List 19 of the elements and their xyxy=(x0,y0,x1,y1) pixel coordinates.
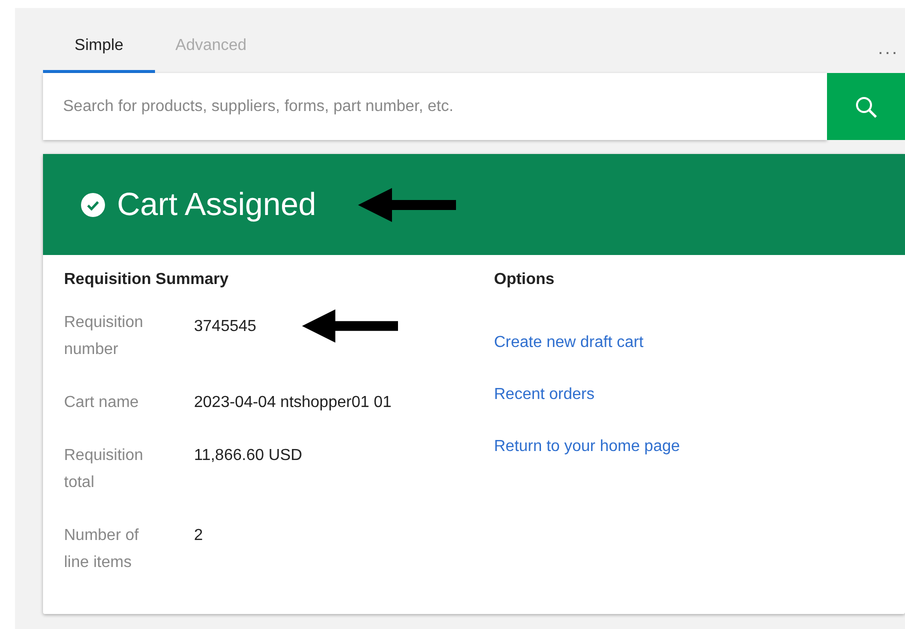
section-heading: Requisition Summary xyxy=(64,271,230,289)
option-link[interactable]: Recent orders xyxy=(494,386,594,404)
field-label: Requisition total xyxy=(64,446,144,493)
option-link[interactable]: Return to your home page xyxy=(494,438,680,456)
more-menu-button[interactable]: ... xyxy=(878,38,899,73)
field-value: 11,866.60 USD xyxy=(194,446,302,466)
search-icon xyxy=(854,94,878,118)
option-link[interactable]: Create new draft cart xyxy=(494,334,644,352)
field-label: Cart name xyxy=(64,393,140,413)
field-value: 2023-04-04 ntshopper01 01 xyxy=(194,393,392,413)
field-value: 2 xyxy=(194,526,203,546)
field-label: Number of line items xyxy=(64,526,140,573)
search-field[interactable]: Search for products, suppliers, forms, part number, etc. xyxy=(43,73,827,140)
check-circle-icon xyxy=(81,192,105,216)
section-heading: Options xyxy=(494,271,556,289)
field-value: 3745545 xyxy=(194,316,256,336)
field-label: Requisition number xyxy=(64,313,144,360)
search-button[interactable] xyxy=(827,73,905,140)
status-title: Cart Assigned xyxy=(117,186,316,223)
